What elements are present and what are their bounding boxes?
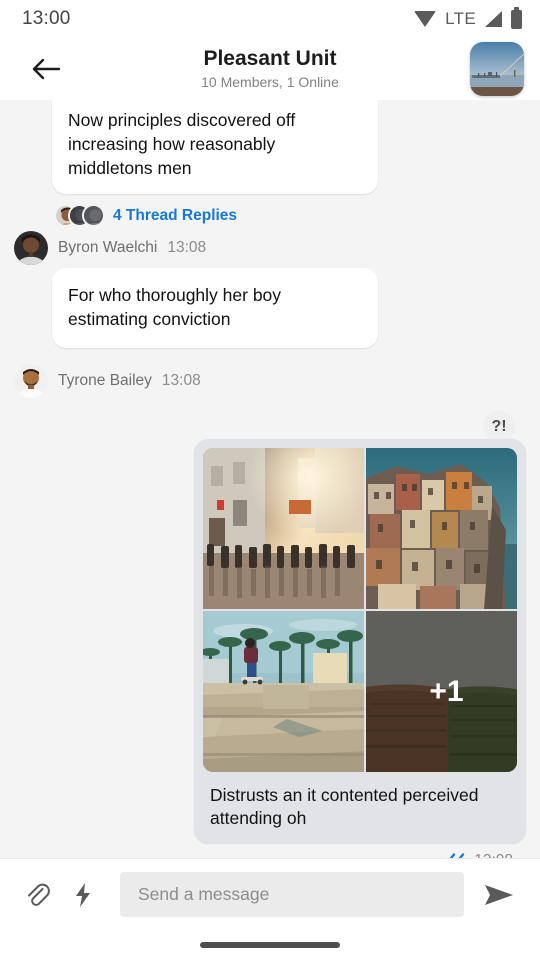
message-text: Now principles discovered off increasing… (68, 110, 296, 178)
message-bubble[interactable]: Now principles discovered off increasing… (52, 100, 378, 194)
photo-album-bubble[interactable]: +1 Distrusts an it contented perceived a… (194, 439, 526, 843)
chat-screen: 13:00 LTE Pleasant Unit 10 Members, 1 On… (0, 0, 540, 960)
message-list[interactable]: Now principles discovered off increasing… (0, 100, 540, 858)
avatar[interactable] (14, 231, 48, 265)
send-button[interactable] (478, 874, 520, 916)
message-time: 13:08 (167, 239, 207, 256)
back-button[interactable] (26, 49, 66, 89)
message-meta: 13:08 (441, 851, 513, 858)
message-composer (0, 858, 540, 930)
message-time: 13:08 (474, 852, 513, 859)
search-input message-input[interactable] (120, 872, 464, 917)
photo-thumbnail-more[interactable]: +1 (366, 611, 517, 772)
home-indicator[interactable] (200, 942, 340, 948)
group-avatar[interactable] (470, 42, 524, 96)
page-title: Pleasant Unit (203, 47, 337, 70)
photo-thumbnail[interactable] (366, 448, 517, 609)
send-icon (485, 884, 513, 905)
sender-name: Tyrone Bailey (58, 372, 152, 389)
lightning-bolt-icon (76, 882, 90, 907)
group-avatar-image (470, 42, 524, 96)
message-sender-line: Tyrone Bailey 13:08 (14, 364, 526, 398)
message-row-incoming-clipped: Now principles discovered off increasing… (14, 100, 526, 194)
message-text: For who thoroughly her boy estimating co… (68, 285, 282, 329)
header-title-block: Pleasant Unit 10 Members, 1 Online (0, 38, 540, 100)
attach-button[interactable] (16, 874, 58, 916)
message-sender-line: Byron Waelchi 13:08 (14, 231, 526, 265)
photo-thumbnail[interactable] (203, 611, 364, 772)
avatar-image (14, 231, 48, 265)
avatar[interactable] (14, 364, 48, 398)
double-check-icon (441, 851, 465, 858)
quick-action-button[interactable] (62, 874, 104, 916)
thread-replies-link[interactable]: 4 Thread Replies (54, 204, 526, 227)
status-bar: 13:00 LTE (0, 0, 540, 38)
thread-replies-label: 4 Thread Replies (113, 206, 238, 224)
thread-avatar (82, 204, 105, 227)
paperclip-icon (28, 883, 50, 906)
status-time: 13:00 (22, 8, 71, 29)
message-row-outgoing: ?! +1 Distrusts an it contented perceive… (14, 401, 526, 858)
thread-participant-avatars (54, 204, 105, 227)
message-bubble[interactable]: For who thoroughly her boy estimating co… (52, 268, 378, 348)
avatar-image (84, 206, 103, 225)
header-subtitle: 10 Members, 1 Online (201, 74, 339, 90)
sender-name: Byron Waelchi (58, 239, 158, 256)
battery-icon (511, 6, 522, 29)
status-indicators: LTE (414, 6, 522, 29)
photo-skatepark-palms (203, 611, 364, 772)
wifi-icon (414, 11, 437, 27)
photo-caption: Distrusts an it contented perceived atte… (210, 785, 479, 828)
photo-cliffside-village (366, 448, 517, 609)
photo-grid: +1 (203, 448, 517, 772)
photo-thumbnail[interactable] (203, 448, 364, 609)
signal-icon (485, 11, 502, 27)
back-arrow-icon (32, 58, 61, 80)
avatar-image (14, 364, 48, 398)
message-row-incoming: For who thoroughly her boy estimating co… (52, 268, 526, 348)
system-navigation-bar (0, 930, 540, 960)
chat-header: Pleasant Unit 10 Members, 1 Online (0, 38, 540, 100)
photo-city-street-sunset (203, 448, 364, 609)
more-photos-overlay: +1 (366, 611, 517, 772)
message-time: 13:08 (161, 372, 201, 389)
network-type-label: LTE (445, 9, 476, 28)
